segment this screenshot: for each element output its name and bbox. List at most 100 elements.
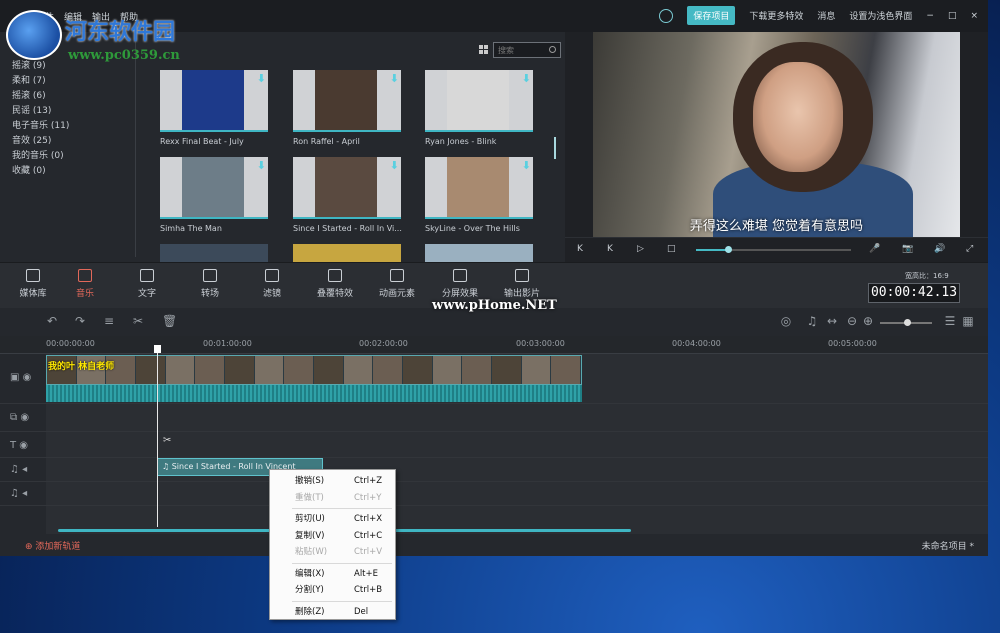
- music-thumbnail: ⬇: [293, 157, 401, 219]
- text-track[interactable]: T ◉: [0, 432, 988, 458]
- music-tile[interactable]: ⬇ Ryan Jones - Blink: [425, 70, 533, 146]
- menu-item-split[interactable]: 分割(Y) Ctrl+B: [270, 582, 395, 599]
- redo-icon[interactable]: ↷: [74, 315, 86, 327]
- search-input[interactable]: 搜索: [493, 42, 561, 58]
- cut-icon[interactable]: ✂: [132, 315, 144, 327]
- category-item[interactable]: 民谣 (13): [12, 104, 132, 119]
- fit-timeline-icon[interactable]: ↔: [826, 315, 838, 327]
- menu-item-delete[interactable]: 删除(Z) Del: [270, 604, 395, 621]
- clip-frame: [432, 356, 463, 384]
- music-tile[interactable]: [160, 244, 268, 262]
- menu-item-edit[interactable]: 编辑(X) Alt+E: [270, 566, 395, 583]
- download-icon[interactable]: ⬇: [390, 72, 399, 85]
- add-track-button[interactable]: ⊕ 添加新轨道: [25, 539, 80, 552]
- category-item[interactable]: 音效 (25): [12, 134, 132, 149]
- ruler-tick: 00:03:00:00: [516, 339, 565, 348]
- progress-knob[interactable]: [725, 246, 732, 253]
- category-list: 摇滚 (9) 柔和 (7) 摇滚 (6) 民谣 (13) 电子音乐 (11) 音…: [12, 59, 132, 179]
- music-tile[interactable]: [293, 244, 401, 262]
- mic-icon[interactable]: 🎤: [869, 244, 880, 254]
- search-icon[interactable]: [549, 46, 556, 53]
- play-icon[interactable]: ▷: [637, 244, 644, 254]
- download-effects-link[interactable]: 下载更多特效: [749, 9, 803, 22]
- menu-separator: [292, 600, 392, 602]
- category-item[interactable]: 收藏 (0): [12, 164, 132, 179]
- tool-split-screen[interactable]: 分屏效果: [430, 269, 490, 299]
- tool-elements[interactable]: 动画元素: [367, 269, 427, 299]
- download-icon[interactable]: ⬇: [522, 159, 531, 172]
- video-frame-figure: [753, 62, 843, 172]
- music-track-1[interactable]: ♫ ◂: [0, 458, 988, 482]
- clip-frame: [165, 356, 196, 384]
- download-icon[interactable]: ⬇: [257, 159, 266, 172]
- account-icon[interactable]: [659, 8, 674, 23]
- music-track-2[interactable]: ♫ ◂: [0, 482, 988, 506]
- category-item[interactable]: 摇滚 (6): [12, 89, 132, 104]
- music-tile[interactable]: ⬇ Ron Raffel - April: [293, 70, 401, 146]
- zoom-slider[interactable]: [880, 319, 932, 326]
- playback-progress[interactable]: [696, 249, 851, 251]
- library-scrollbar[interactable]: [554, 137, 556, 159]
- stop-icon[interactable]: □: [667, 244, 676, 254]
- video-clip[interactable]: [46, 355, 582, 385]
- render-icon[interactable]: ◎: [780, 315, 792, 327]
- volume-icon[interactable]: 🔊: [934, 244, 945, 254]
- delete-icon[interactable]: 🗑: [162, 315, 177, 327]
- music-tile[interactable]: [425, 244, 533, 262]
- aspect-ratio[interactable]: 宽高比：16:9: [905, 271, 949, 281]
- context-menu: 撤销(S) Ctrl+Z 重做(T) Ctrl+Y 剪切(U) Ctrl+X 复制(V…: [269, 469, 396, 620]
- category-item[interactable]: 柔和 (7): [12, 74, 132, 89]
- menu-item-redo[interactable]: 重做(T) Ctrl+Y: [270, 490, 395, 507]
- light-theme-link[interactable]: 设置为浅色界面: [849, 9, 912, 22]
- tool-music[interactable]: 音乐: [55, 269, 115, 299]
- menu-item-cut[interactable]: 剪切(U) Ctrl+X: [270, 511, 395, 528]
- list-view-icon[interactable]: ☰: [944, 315, 956, 327]
- download-icon[interactable]: ⬇: [257, 72, 266, 85]
- music-thumbnail: ⬇: [425, 157, 533, 219]
- music-tile[interactable]: ⬇ SkyLine - Over The Hills: [425, 157, 533, 233]
- music-tile[interactable]: ⬇ Simha The Man: [160, 157, 268, 233]
- grid-view-icon[interactable]: [479, 45, 488, 54]
- clip-frame: [195, 356, 226, 384]
- timeline-ruler[interactable]: 00:00:00:00 00:01:00:00 00:02:00:00 00:0…: [0, 336, 988, 354]
- tool-filter[interactable]: 滤镜: [242, 269, 302, 299]
- menu-separator: [292, 562, 392, 564]
- minimize-button[interactable]: −: [926, 11, 934, 21]
- adjust-icon[interactable]: ≡: [103, 315, 115, 327]
- music-tile[interactable]: ⬇ Since I Started - Roll In Vi...: [293, 157, 402, 233]
- music-tile[interactable]: ⬇ Rexx Final Beat - July: [160, 70, 268, 146]
- close-button[interactable]: ×: [970, 11, 978, 21]
- zoom-out-icon[interactable]: ⊖: [846, 315, 858, 327]
- menu-item-label: 重做(T): [295, 492, 324, 503]
- category-item[interactable]: 电子音乐 (11): [12, 119, 132, 134]
- download-icon[interactable]: ⬇: [522, 72, 531, 85]
- grid-view-icon[interactable]: ▦: [962, 315, 974, 327]
- search-placeholder: 搜索: [498, 46, 514, 55]
- save-project-button[interactable]: 保存项目: [687, 6, 736, 25]
- zoom-knob[interactable]: [904, 319, 911, 326]
- tool-text[interactable]: 文字: [117, 269, 177, 299]
- zoom-in-icon[interactable]: ⊕: [862, 315, 874, 327]
- playhead[interactable]: [154, 345, 161, 527]
- tool-media[interactable]: 媒体库: [3, 269, 63, 299]
- overlay-track[interactable]: ⧉ ◉: [0, 404, 988, 432]
- playhead-handle[interactable]: [154, 345, 161, 353]
- audio-mixer-icon[interactable]: ♫: [806, 315, 818, 327]
- scissors-icon[interactable]: ✂: [163, 435, 171, 446]
- fullscreen-icon[interactable]: ⤢: [966, 244, 973, 254]
- tool-export[interactable]: 输出影片: [492, 269, 552, 299]
- folder-icon: [26, 269, 40, 282]
- next-frame-icon[interactable]: K: [607, 244, 613, 254]
- category-item[interactable]: 我的音乐 (0): [12, 149, 132, 164]
- undo-icon[interactable]: ↶: [46, 315, 58, 327]
- prev-frame-icon[interactable]: K: [577, 244, 583, 254]
- menu-item-copy[interactable]: 复制(V) Ctrl+C: [270, 528, 395, 545]
- download-icon[interactable]: ⬇: [390, 159, 399, 172]
- menu-item-undo[interactable]: 撤销(S) Ctrl+Z: [270, 473, 395, 490]
- snapshot-icon[interactable]: 📷: [902, 244, 913, 254]
- tool-transition[interactable]: 转场: [180, 269, 240, 299]
- maximize-button[interactable]: □: [948, 11, 957, 21]
- menu-item-paste[interactable]: 粘贴(W) Ctrl+V: [270, 544, 395, 561]
- tool-overlay[interactable]: 叠覆特效: [305, 269, 365, 299]
- messages-link[interactable]: 消息: [817, 9, 835, 22]
